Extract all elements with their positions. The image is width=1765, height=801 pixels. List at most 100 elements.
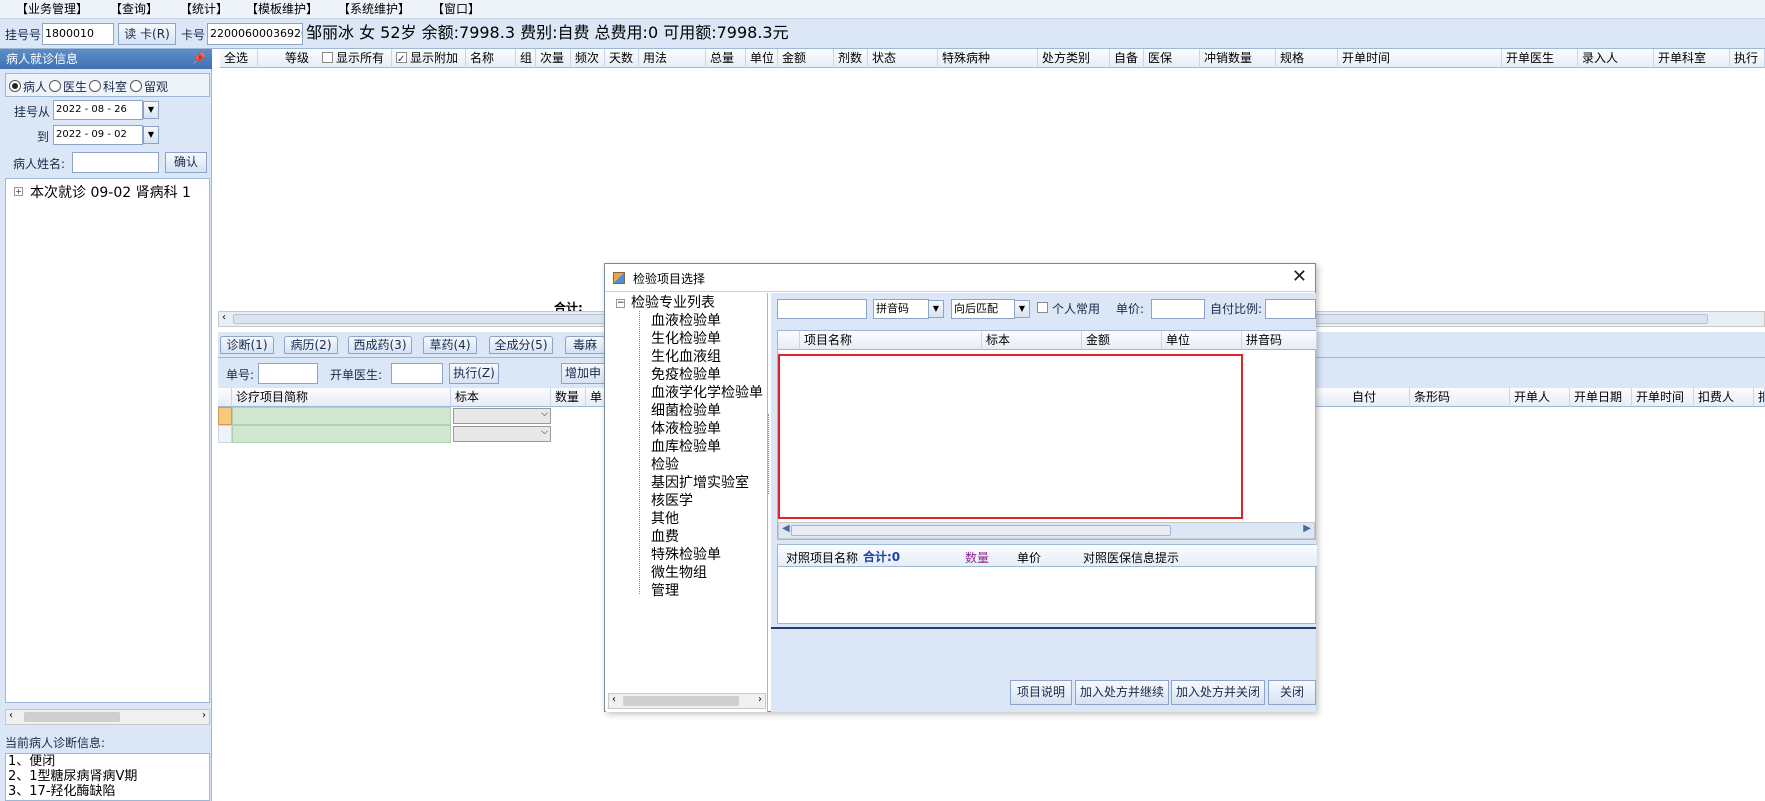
reg-no-label: 挂号号 — [5, 28, 42, 42]
col-header: 开单人 — [1510, 388, 1570, 407]
item-name-cell[interactable] — [232, 407, 451, 425]
chevron-left-icon[interactable]: ‹ — [612, 694, 616, 705]
unit-price-input[interactable] — [1151, 299, 1205, 319]
item-grid-header: 项目名称 标本 金额 单位 拼音码 — [778, 331, 1317, 350]
collapse-icon[interactable]: − — [616, 299, 625, 308]
radio-patient[interactable] — [9, 80, 21, 92]
tree-item[interactable]: 微生物组 — [651, 564, 707, 582]
radio-dept[interactable] — [89, 80, 101, 92]
execute-button[interactable]: 执行(Z) — [449, 363, 499, 384]
show-extra-checkbox[interactable]: 显示附加 — [392, 49, 466, 68]
compare-unit-label: 单价 — [1017, 551, 1042, 565]
chevron-down-icon[interactable]: ⌵ — [541, 427, 548, 437]
personal-common-checkbox[interactable] — [1037, 302, 1048, 313]
expand-icon[interactable]: + — [14, 187, 23, 196]
chevron-down-icon[interactable]: ▼ — [1014, 300, 1030, 318]
menu-template[interactable]: 【模板维护】 — [244, 0, 320, 19]
menu-business[interactable]: 【业务管理】 — [14, 0, 90, 19]
select-all-header[interactable]: 全选 — [220, 49, 258, 68]
tree-item[interactable]: 核医学 — [651, 492, 693, 510]
tab-narcotic[interactable]: 毒麻 — [565, 336, 605, 354]
order-no-input[interactable] — [258, 363, 318, 384]
chevron-left-icon[interactable]: ‹ — [9, 710, 13, 721]
patient-toolbar: 挂号号 1800010 读 卡(R) 卡号 220006000369208 — [0, 19, 1765, 49]
item-description-button[interactable]: 项目说明 — [1010, 680, 1072, 705]
pin-icon[interactable]: 📌 — [192, 49, 206, 69]
tab-herbal[interactable]: 草药(4) — [423, 336, 477, 354]
menu-bar: 【业务管理】 【查询】 【统计】 【模板维护】 【系统维护】 【窗口】 — [0, 0, 1765, 19]
close-button[interactable]: 关闭 — [1268, 680, 1316, 705]
visit-tree-item[interactable]: 本次就诊 09-02 肾病科 1 — [30, 182, 191, 202]
pinyin-select[interactable]: 拼音码 — [873, 299, 929, 319]
chevron-right-icon[interactable]: › — [758, 694, 762, 705]
chevron-down-icon[interactable]: ⌵ — [541, 409, 548, 419]
patient-name-input[interactable] — [72, 152, 159, 173]
menu-query[interactable]: 【查询】 — [108, 0, 160, 19]
tree-item[interactable]: 血液学化学检验单 — [651, 384, 763, 402]
menu-system[interactable]: 【系统维护】 — [336, 0, 412, 19]
close-icon[interactable]: ✕ — [1292, 266, 1307, 288]
specimen-dropdown[interactable]: ⌵ — [453, 408, 551, 424]
chevron-right-icon[interactable]: › — [202, 710, 206, 721]
chevron-down-icon[interactable]: ▼ — [143, 101, 159, 119]
radio-doctor[interactable] — [49, 80, 61, 92]
tree-item[interactable]: 特殊检验单 — [651, 546, 721, 564]
tab-full-component[interactable]: 全成分(5) — [489, 336, 553, 354]
scroll-thumb[interactable] — [623, 696, 739, 706]
add-request-button[interactable]: 增加申 — [561, 363, 606, 384]
chevron-down-icon[interactable]: ▼ — [143, 126, 159, 144]
tree-hscrollbar[interactable]: ‹ › — [608, 693, 766, 709]
chevron-left-icon[interactable]: ◀ — [782, 523, 790, 534]
tree-item[interactable]: 免疫检验单 — [651, 366, 721, 384]
tree-item[interactable]: 其他 — [651, 510, 679, 528]
chevron-right-icon[interactable]: ▶ — [1303, 523, 1311, 534]
tree-root[interactable]: 检验专业列表 — [631, 294, 715, 312]
reg-to-date[interactable]: 2022 - 09 - 02 — [53, 125, 143, 145]
scroll-thumb[interactable] — [791, 525, 1171, 536]
tree-item[interactable]: 血库检验单 — [651, 438, 721, 456]
reg-from-date[interactable]: 2022 - 08 - 26 — [53, 100, 143, 120]
specimen-dropdown[interactable]: ⌵ — [453, 426, 551, 442]
tree-item[interactable]: 检验 — [651, 456, 679, 474]
confirm-button[interactable]: 确认 — [165, 152, 207, 173]
self-pay-input[interactable] — [1265, 299, 1316, 319]
tree-item[interactable]: 基因扩增实验室 — [651, 474, 749, 492]
add-close-button[interactable]: 加入处方并关闭 — [1171, 680, 1265, 705]
card-no-input[interactable]: 220006000369208 — [207, 23, 303, 45]
chevron-left-icon[interactable]: ‹ — [222, 312, 226, 323]
tree-item[interactable]: 细菌检验单 — [651, 402, 721, 420]
search-input[interactable] — [777, 299, 867, 319]
item-grid-hscrollbar[interactable]: ◀ ▶ — [778, 522, 1315, 539]
reg-no-input[interactable]: 1800010 — [42, 23, 114, 45]
tree-item[interactable]: 体液检验单 — [651, 420, 721, 438]
row-header — [218, 388, 232, 407]
menu-statistics[interactable]: 【统计】 — [178, 0, 230, 19]
menu-window[interactable]: 【窗口】 — [430, 0, 482, 19]
col-header: 录入人 — [1578, 49, 1654, 68]
scroll-thumb[interactable] — [24, 712, 120, 722]
tab-diagnosis[interactable]: 诊断(1) — [220, 336, 274, 354]
compare-total: 合计:0 — [863, 550, 901, 564]
radio-observation[interactable] — [130, 80, 142, 92]
checkbox-checked-icon[interactable] — [396, 50, 407, 67]
tree-item[interactable]: 生化血液组 — [651, 348, 721, 366]
tree-item[interactable]: 血费 — [651, 528, 679, 546]
read-card-button[interactable]: 读 卡(R) — [118, 23, 176, 45]
reg-from-label: 挂号从 — [14, 105, 51, 119]
checkbox-icon[interactable] — [322, 52, 333, 63]
order-doctor-input[interactable] — [391, 363, 443, 384]
current-row-marker — [218, 407, 232, 425]
tree-item[interactable]: 管理 — [651, 582, 679, 600]
tree-item[interactable]: 生化检验单 — [651, 330, 721, 348]
chevron-down-icon[interactable]: ▼ — [928, 300, 944, 318]
item-name-cell[interactable] — [232, 425, 451, 443]
add-continue-button[interactable]: 加入处方并继续 — [1075, 680, 1169, 705]
left-hscrollbar[interactable]: ‹ › — [5, 709, 210, 725]
tree-item[interactable]: 血液检验单 — [651, 312, 721, 330]
match-select[interactable]: 向后匹配 — [951, 299, 1015, 319]
col-header: 剂数 — [834, 49, 868, 68]
show-all-checkbox[interactable]: 显示所有 — [318, 49, 392, 68]
tab-record[interactable]: 病历(2) — [284, 336, 338, 354]
tab-western-medicine[interactable]: 西成药(3) — [348, 336, 412, 354]
radio-doctor-label: 医生 — [63, 80, 88, 94]
